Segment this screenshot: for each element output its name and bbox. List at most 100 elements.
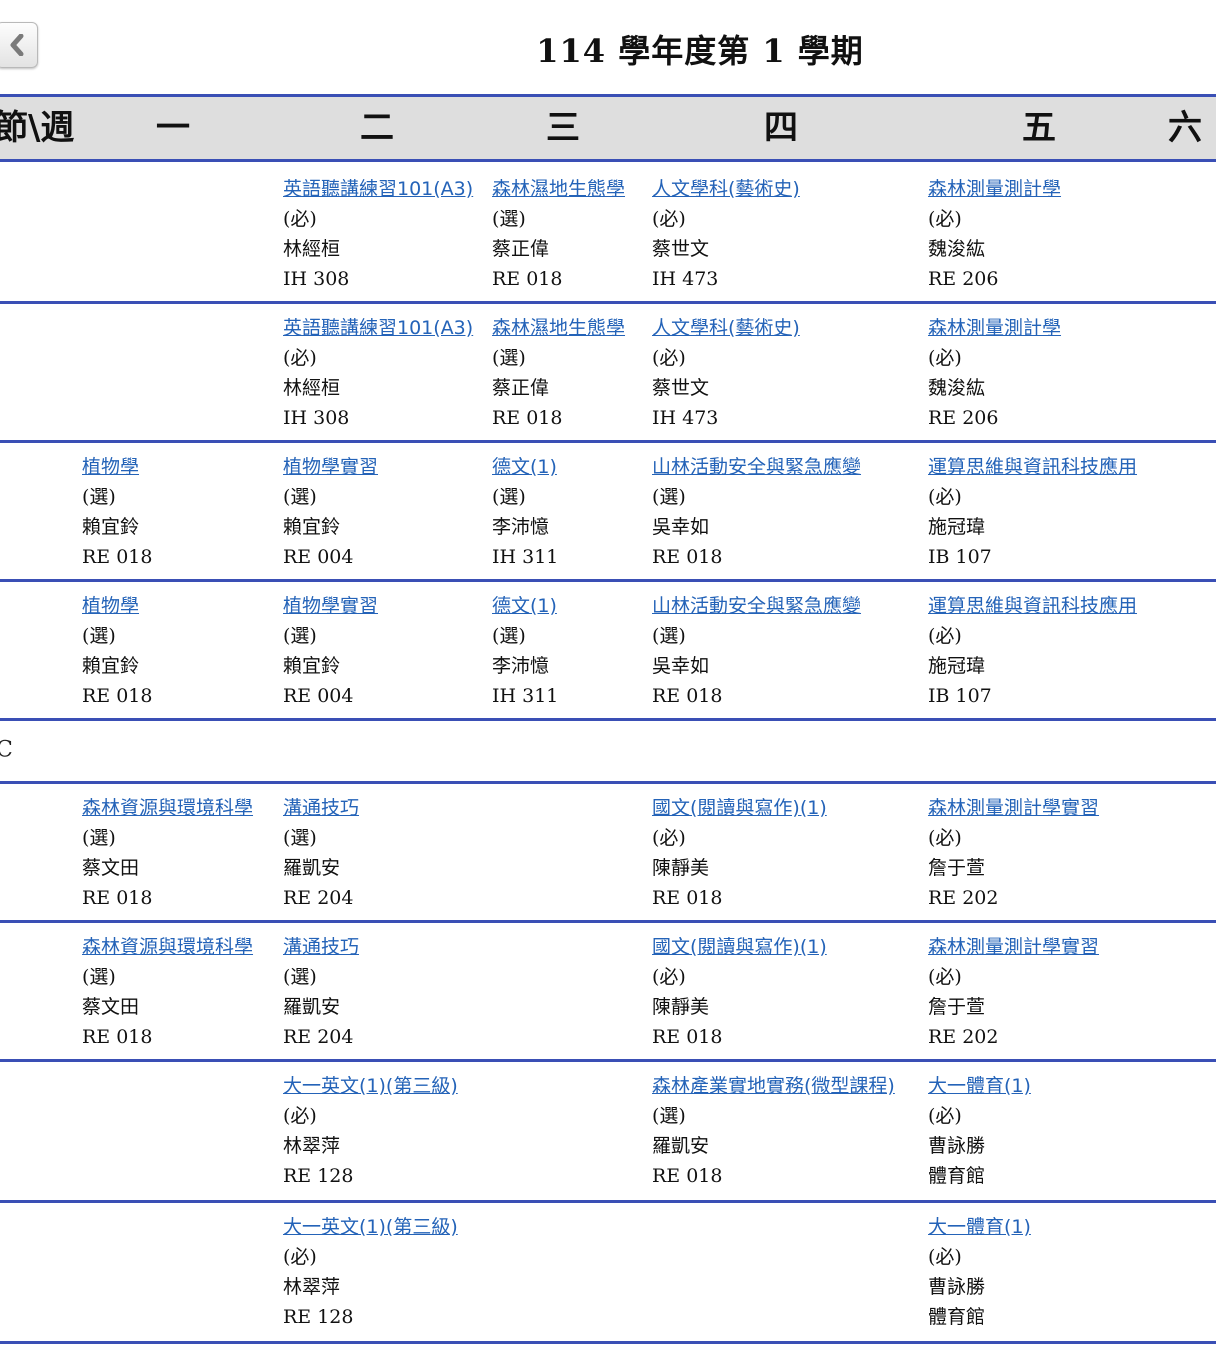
course-link[interactable]: 森林資源與環境科學 [82, 793, 253, 823]
course-link[interactable]: 森林資源與環境科學 [82, 932, 253, 962]
course-cell: 植物學 (選) 賴宜鈴 RE 018 [82, 452, 152, 572]
course-link[interactable]: 森林濕地生態學 [492, 313, 625, 343]
course-teacher: 林經桓 [283, 377, 341, 399]
course-type: (必) [928, 208, 962, 230]
course-link[interactable]: 森林測量測計學實習 [928, 793, 1099, 823]
course-room: RE 128 [283, 1306, 354, 1328]
course-type: (必) [283, 1105, 317, 1127]
course-link[interactable]: 德文(1) [492, 452, 558, 482]
course-room: RE 004 [283, 546, 354, 568]
course-type: (選) [82, 486, 116, 508]
course-room: RE 018 [82, 887, 153, 909]
course-teacher: 蔡世文 [652, 377, 710, 399]
course-link[interactable]: 植物學 [82, 452, 152, 482]
course-cell: 大一體育(1) (必) 曹詠勝 體育館 [928, 1071, 1031, 1191]
course-room: IH 308 [283, 407, 350, 429]
course-link[interactable]: 英語聽講練習101(A3) [283, 313, 473, 343]
course-link[interactable]: 山林活動安全與緊急應變 [652, 591, 861, 621]
course-teacher: 詹于萱 [928, 996, 986, 1018]
course-cell: 山林活動安全與緊急應變 (選) 吳幸如 RE 018 [652, 591, 861, 711]
course-teacher: 羅凱安 [652, 1135, 710, 1157]
course-link[interactable]: 大一英文(1)(第三級) [283, 1212, 458, 1242]
course-room: RE 018 [652, 685, 723, 707]
course-teacher: 蔡正偉 [492, 377, 550, 399]
course-type: (選) [82, 827, 116, 849]
course-type: (選) [283, 625, 317, 647]
course-cell: 德文(1) (選) 李沛憶 IH 311 [492, 452, 558, 572]
course-type: (必) [928, 966, 962, 988]
course-room: RE 202 [928, 1026, 999, 1048]
course-link[interactable]: 國文(閱讀與寫作)(1) [652, 793, 827, 823]
course-type: (選) [82, 625, 116, 647]
period-label: C [0, 737, 13, 762]
table-row: C [0, 718, 1216, 784]
course-type: (選) [652, 1105, 686, 1127]
header-day-thu: 四 [764, 108, 798, 148]
course-link[interactable]: 森林測量測計學 [928, 174, 1061, 204]
course-link[interactable]: 植物學 [82, 591, 152, 621]
course-link[interactable]: 植物學實習 [283, 591, 378, 621]
course-link[interactable]: 德文(1) [492, 591, 558, 621]
course-link[interactable]: 森林測量測計學 [928, 313, 1061, 343]
course-link[interactable]: 森林產業實地實務(微型課程) [652, 1071, 895, 1101]
course-teacher: 蔡文田 [82, 996, 140, 1018]
course-type: (必) [283, 347, 317, 369]
course-link[interactable]: 國文(閱讀與寫作)(1) [652, 932, 827, 962]
page-title: 114 學年度第 1 學期 [536, 32, 864, 70]
course-type: (選) [652, 625, 686, 647]
course-link[interactable]: 人文學科(藝術史) [652, 174, 800, 204]
course-link[interactable]: 森林濕地生態學 [492, 174, 625, 204]
course-cell: 英語聽講練習101(A3) (必) 林經桓 IH 308 [283, 313, 473, 433]
header-day-wed: 三 [546, 108, 580, 148]
table-row: 大一英文(1)(第三級) (必) 林翠萍 RE 128 大一體育(1) (必) 曹詠勝 體育館 [0, 1200, 1216, 1344]
course-link[interactable]: 溝通技巧 [283, 793, 359, 823]
course-link[interactable]: 大一英文(1)(第三級) [283, 1071, 458, 1101]
course-room: IH 473 [652, 407, 719, 429]
course-link[interactable]: 人文學科(藝術史) [652, 313, 800, 343]
course-teacher: 吳幸如 [652, 655, 710, 677]
table-row: 大一英文(1)(第三級) (必) 林翠萍 RE 128 森林產業實地實務(微型課程) (選… [0, 1059, 1216, 1203]
course-room: IB 107 [928, 546, 992, 568]
course-cell: 人文學科(藝術史) (必) 蔡世文 IH 473 [652, 174, 800, 294]
course-room: IH 311 [492, 685, 559, 707]
course-cell: 森林測量測計學 (必) 魏浚紘 RE 206 [928, 313, 1061, 433]
course-type: (必) [928, 625, 962, 647]
course-type: (選) [492, 347, 526, 369]
header-day-tue: 二 [360, 108, 394, 148]
header-day-sat: 六 [1168, 108, 1202, 148]
course-teacher: 李沛憶 [492, 516, 550, 538]
course-teacher: 林翠萍 [283, 1276, 341, 1298]
course-cell: 森林濕地生態學 (選) 蔡正偉 RE 018 [492, 174, 625, 294]
course-room: IH 308 [283, 268, 350, 290]
table-row: 植物學 (選) 賴宜鈴 RE 018 植物學實習 (選) 賴宜鈴 RE 004 德文(1) (選)… [0, 440, 1216, 582]
course-link[interactable]: 運算思維與資訊科技應用 [928, 591, 1137, 621]
course-link[interactable]: 溝通技巧 [283, 932, 359, 962]
course-cell: 運算思維與資訊科技應用 (必) 施冠瑋 IB 107 [928, 452, 1137, 572]
course-type: (選) [283, 827, 317, 849]
course-teacher: 吳幸如 [652, 516, 710, 538]
course-room: RE 202 [928, 887, 999, 909]
course-link[interactable]: 森林測量測計學實習 [928, 932, 1099, 962]
course-cell: 溝通技巧 (選) 羅凱安 RE 204 [283, 932, 359, 1052]
timetable-header: 節\週 一 二 三 四 五 六 [0, 94, 1216, 162]
course-teacher: 施冠瑋 [928, 655, 986, 677]
course-room: RE 018 [492, 407, 563, 429]
course-teacher: 詹于萱 [928, 857, 986, 879]
course-cell: 運算思維與資訊科技應用 (必) 施冠瑋 IB 107 [928, 591, 1137, 711]
course-cell: 植物學實習 (選) 賴宜鈴 RE 004 [283, 452, 378, 572]
course-cell: 國文(閱讀與寫作)(1) (必) 陳靜美 RE 018 [652, 932, 827, 1052]
course-link[interactable]: 運算思維與資訊科技應用 [928, 452, 1137, 482]
course-room: 體育館 [928, 1165, 986, 1187]
course-cell: 森林資源與環境科學 (選) 蔡文田 RE 018 [82, 932, 253, 1052]
course-room: RE 018 [82, 546, 153, 568]
course-room: IB 107 [928, 685, 992, 707]
course-type: (選) [82, 966, 116, 988]
course-link[interactable]: 山林活動安全與緊急應變 [652, 452, 861, 482]
course-link[interactable]: 大一體育(1) [928, 1071, 1031, 1101]
course-link[interactable]: 植物學實習 [283, 452, 378, 482]
course-teacher: 魏浚紘 [928, 377, 986, 399]
course-teacher: 林經桓 [283, 238, 341, 260]
course-teacher: 賴宜鈴 [82, 655, 140, 677]
course-link[interactable]: 大一體育(1) [928, 1212, 1031, 1242]
course-link[interactable]: 英語聽講練習101(A3) [283, 174, 473, 204]
